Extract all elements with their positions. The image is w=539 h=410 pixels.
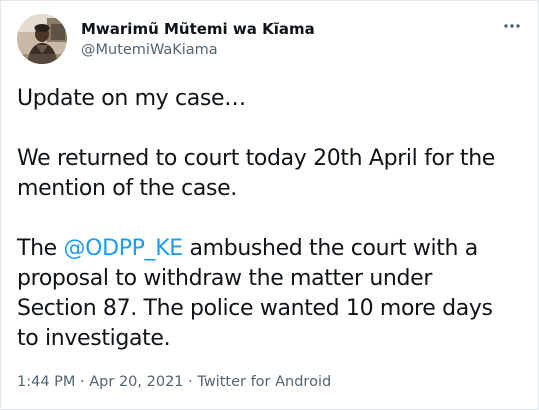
tweet-date[interactable]: Apr 20, 2021 — [89, 374, 183, 390]
more-options-button[interactable] — [501, 17, 523, 35]
tweet-text-segment: ambushed the court with a — [182, 236, 478, 261]
meta-separator: · — [75, 374, 90, 390]
author-display-name[interactable]: Mwarimũ Mũtemi wa Kĩama — [81, 19, 315, 39]
meta-separator: · — [183, 374, 198, 390]
tweet-text: Update on my case… We returned to court … — [17, 84, 529, 354]
avatar[interactable] — [17, 14, 67, 64]
tweet-metadata: 1:44 PM · Apr 20, 2021 · Twitter for And… — [17, 372, 331, 392]
tweet-line: Update on my case… — [17, 86, 246, 111]
author-block: Mwarimũ Mũtemi wa Kĩama @MutemiWaKiama — [81, 19, 315, 60]
tweet-line: proposal to withdraw the matter under — [17, 266, 433, 291]
tweet-line: We returned to court today 20th April fo… — [17, 146, 495, 171]
more-horizontal-icon — [504, 24, 520, 28]
tweet-line: to investigate. — [17, 326, 171, 351]
tweet-line: Section 87. The police wanted 10 more da… — [17, 296, 493, 321]
tweet-text-segment: The — [17, 236, 64, 261]
tweet-card: Mwarimũ Mũtemi wa Kĩama @MutemiWaKiama U… — [0, 0, 539, 410]
tweet-line: The @ODPP_KE ambushed the court with a — [17, 234, 529, 264]
tweet-time[interactable]: 1:44 PM — [17, 374, 75, 390]
tweet-line: mention of the case. — [17, 176, 237, 201]
mention-link-odpp[interactable]: @ODPP_KE — [64, 236, 184, 261]
profile-photo-icon — [17, 14, 67, 64]
author-handle[interactable]: @MutemiWaKiama — [81, 40, 315, 60]
tweet-source[interactable]: Twitter for Android — [197, 374, 331, 390]
